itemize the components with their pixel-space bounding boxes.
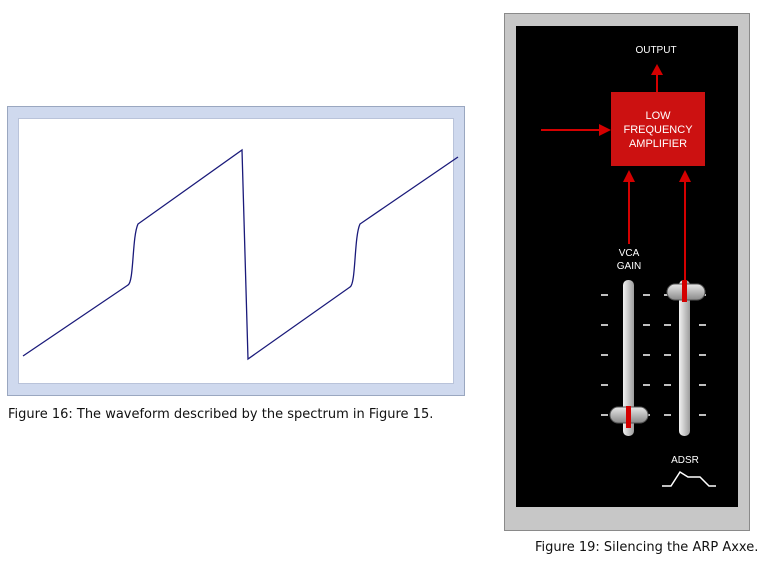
figure16-frame (7, 106, 465, 396)
amp-label-line3: AMPLIFIER (629, 138, 687, 150)
amp-label-line2: FREQUENCY (623, 124, 693, 136)
waveform-line (22, 148, 459, 361)
vca-label-line2: GAIN (617, 261, 641, 272)
figure16-waveform-diagram (22, 148, 459, 361)
amp-label-line1: LOW (645, 110, 671, 122)
figure19-frame: OUTPUT LOW FREQUENCY AMPLIFIER VCA GAIN (504, 13, 750, 531)
figure19-panel-diagram: OUTPUT LOW FREQUENCY AMPLIFIER VCA GAIN (516, 26, 738, 507)
adsr-label: ADSR (671, 455, 699, 466)
adsr-slider-track[interactable] (679, 280, 690, 436)
figure16-caption: Figure 16: The waveform described by the… (8, 407, 434, 422)
figure19-caption: Figure 19: Silencing the ARP Axxe. (535, 540, 759, 555)
vca-label-line1: VCA (619, 248, 640, 259)
output-label: OUTPUT (635, 45, 676, 56)
